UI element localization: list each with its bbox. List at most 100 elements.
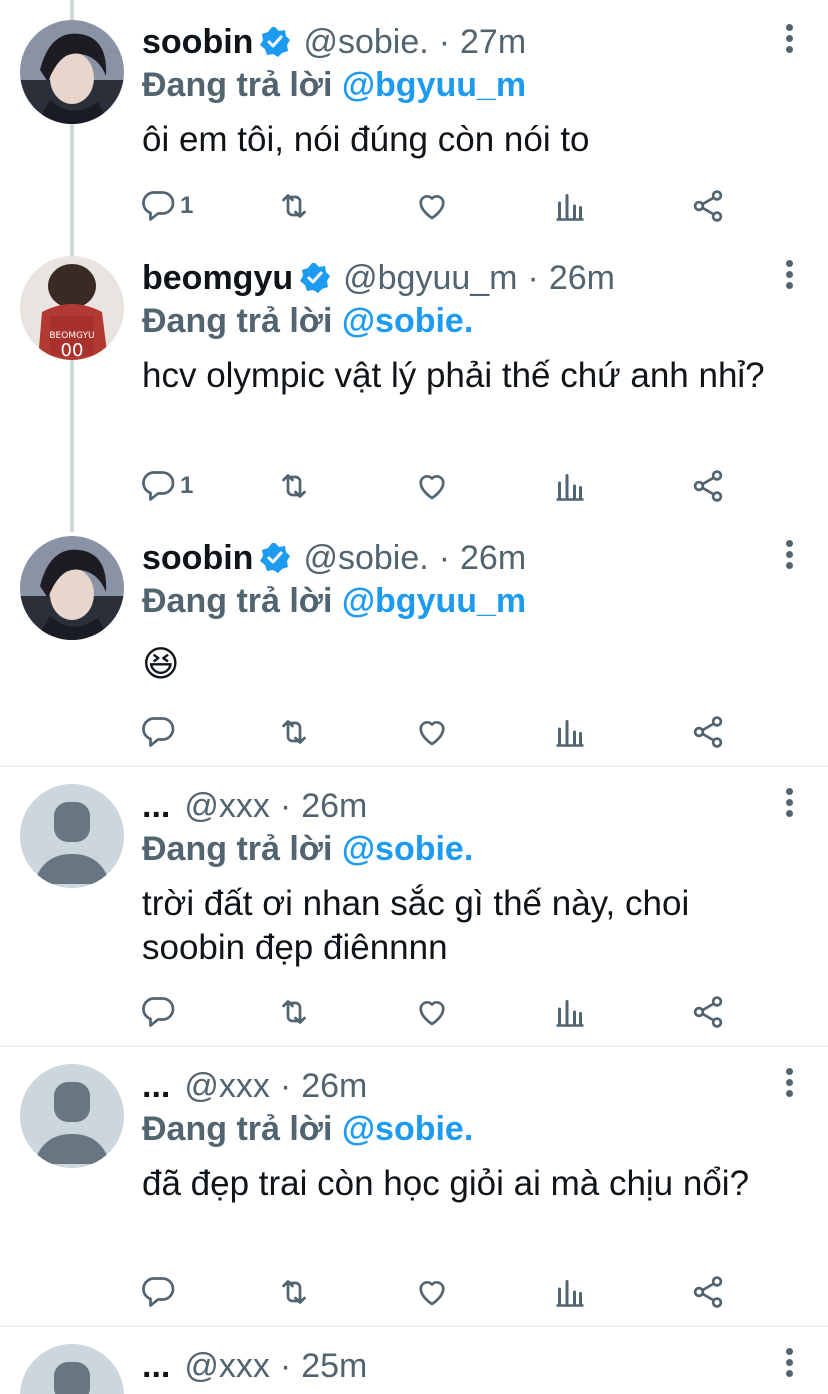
display-name[interactable]: ... [142, 1067, 170, 1106]
timestamp[interactable]: 27m [460, 23, 526, 62]
replying-label: Đang trả lời [142, 1110, 333, 1148]
display-name[interactable]: ... [142, 787, 170, 826]
timestamp[interactable]: 26m [301, 787, 367, 826]
reply-icon [142, 997, 175, 1027]
tweet-text: ôi em tôi, nói đúng còn nói to [142, 120, 590, 159]
divider [0, 1045, 828, 1047]
retweet-icon [282, 474, 306, 498]
default-avatar[interactable] [20, 1344, 124, 1394]
like-icon [419, 195, 445, 220]
replying-to: Đang trả lời @sobie. [142, 1110, 473, 1149]
tweet[interactable]: ... @xxx · 26m Đang trả lời @sobie. trời… [0, 784, 828, 1034]
reply-count: 1 [180, 472, 194, 499]
display-name[interactable]: beomgyu [142, 259, 293, 298]
like-button[interactable] [414, 992, 450, 1032]
timestamp[interactable]: 26m [301, 1067, 367, 1106]
analytics-icon [556, 720, 584, 747]
retweet-button[interactable] [276, 712, 312, 752]
retweet-icon [282, 194, 306, 218]
like-icon [419, 721, 445, 746]
replying-label: Đang trả lời [142, 830, 333, 868]
display-name[interactable]: ... [142, 1347, 170, 1386]
timestamp[interactable]: 25m [301, 1347, 367, 1386]
tweet-header: ... @xxx · 26m [142, 1064, 367, 1108]
avatar[interactable] [20, 536, 124, 640]
replying-to: Đang trả lời @sobie. [142, 302, 473, 341]
tweet[interactable]: ... @xxx · 25m [0, 1344, 828, 1394]
tweet-header: ... @xxx · 25m [142, 1344, 367, 1388]
more-icon[interactable] [786, 788, 794, 818]
tweet-text: trời đất ơi nhan sắc gì thế này, choi so… [142, 884, 690, 967]
tweet-header: soobin @sobie. · 27m [142, 20, 526, 64]
more-icon[interactable] [786, 260, 794, 290]
handle[interactable]: @xxx [184, 1347, 270, 1386]
default-avatar[interactable] [20, 784, 124, 888]
tweet-text: hcv olympic vật lý phải thế chứ anh nhỉ? [142, 356, 765, 395]
timestamp[interactable]: 26m [460, 539, 526, 578]
share-button[interactable] [690, 992, 726, 1032]
reply-button[interactable]: 1 [140, 186, 193, 226]
like-button[interactable] [414, 186, 450, 226]
avatar[interactable] [20, 20, 124, 124]
handle[interactable]: @xxx [184, 1067, 270, 1106]
reply-icon [142, 1277, 175, 1307]
reply-button[interactable] [140, 712, 180, 752]
timestamp[interactable]: 26m [549, 259, 615, 298]
default-avatar[interactable] [20, 1064, 124, 1168]
divider [0, 1325, 828, 1327]
handle[interactable]: @sobie. [303, 23, 428, 62]
share-button[interactable] [690, 186, 726, 226]
reply-icon [142, 471, 175, 501]
tweet[interactable]: ... @xxx · 26m Đang trả lời @sobie. đã đ… [0, 1064, 828, 1314]
share-button[interactable] [690, 1272, 726, 1312]
tweet[interactable]: soobin @sobie. · 26m Đang trả lời @bgyuu… [0, 536, 828, 748]
like-button[interactable] [414, 466, 450, 506]
analytics-icon [556, 474, 584, 501]
handle[interactable]: @xxx [184, 787, 270, 826]
handle[interactable]: @bgyuu_m [343, 259, 517, 298]
more-icon[interactable] [786, 1348, 794, 1378]
retweet-button[interactable] [276, 1272, 312, 1312]
handle[interactable]: @sobie. [303, 539, 428, 578]
reply-button[interactable]: 1 [140, 466, 193, 506]
verified-badge-icon [259, 542, 291, 574]
display-name[interactable]: soobin [142, 23, 253, 62]
separator-dot: · [527, 258, 539, 297]
retweet-button[interactable] [276, 992, 312, 1032]
mention-link[interactable]: @sobie. [342, 1110, 473, 1148]
tweet[interactable]: soobin @sobie. · 27m Đang trả lời @bgyuu… [0, 20, 828, 230]
tweet-header: beomgyu @bgyuu_m · 26m [142, 256, 615, 300]
tweet[interactable]: BEOMGYU 00 beomgyu @bgyuu_m · 26m Đang t… [0, 256, 828, 512]
analytics-button[interactable] [552, 712, 588, 752]
more-icon[interactable] [786, 1068, 794, 1098]
analytics-button[interactable] [552, 1272, 588, 1312]
verified-badge-icon [259, 26, 291, 58]
mention-link[interactable]: @sobie. [342, 302, 473, 340]
mention-link[interactable]: @bgyuu_m [342, 66, 526, 104]
retweet-button[interactable] [276, 186, 312, 226]
avatar[interactable]: BEOMGYU 00 [20, 256, 124, 360]
like-button[interactable] [414, 712, 450, 752]
share-button[interactable] [690, 712, 726, 752]
reply-button[interactable] [140, 1272, 180, 1312]
like-button[interactable] [414, 1272, 450, 1312]
tweet-header: ... @xxx · 26m [142, 784, 367, 828]
tweet-text: 😆 [142, 643, 180, 684]
more-icon[interactable] [786, 540, 794, 570]
analytics-button[interactable] [552, 466, 588, 506]
mention-link[interactable]: @bgyuu_m [342, 582, 526, 620]
analytics-button[interactable] [552, 186, 588, 226]
separator-dot: · [438, 538, 451, 577]
display-name[interactable]: soobin [142, 539, 253, 578]
share-button[interactable] [690, 466, 726, 506]
retweet-button[interactable] [276, 466, 312, 506]
divider [0, 765, 828, 767]
reply-button[interactable] [140, 992, 180, 1032]
action-bar: 1 [140, 186, 740, 226]
svg-text:00: 00 [61, 340, 84, 360]
more-icon[interactable] [786, 24, 794, 54]
tweet-text: đã đẹp trai còn học giỏi ai mà chịu nổi? [142, 1164, 750, 1203]
mention-link[interactable]: @sobie. [342, 830, 473, 868]
share-icon [693, 190, 723, 222]
analytics-button[interactable] [552, 992, 588, 1032]
